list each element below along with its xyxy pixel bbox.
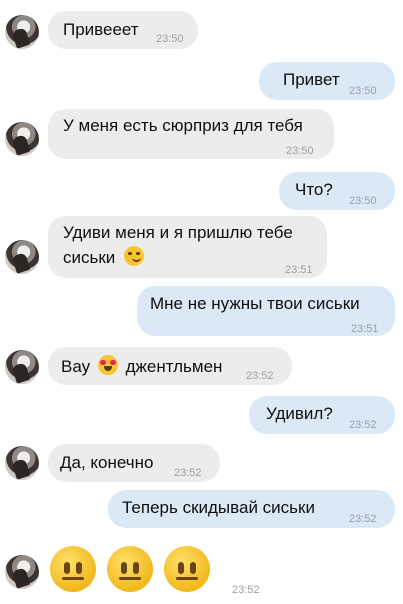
message-word: сиськи bbox=[63, 248, 116, 267]
avatar[interactable] bbox=[5, 446, 39, 480]
message-text: Теперь скидывай сиськи bbox=[122, 498, 315, 517]
message-bubble-outgoing[interactable]: Что? 23:50 bbox=[279, 172, 395, 210]
avatar[interactable] bbox=[5, 350, 39, 384]
message-bubble-incoming[interactable]: Вау джентльмен 23:52 bbox=[48, 347, 292, 385]
message-bubble-outgoing[interactable]: Теперь скидывай сиськи 23:52 bbox=[108, 490, 395, 528]
message-bubble-incoming[interactable]: Привееет 23:50 bbox=[48, 11, 198, 49]
avatar[interactable] bbox=[5, 240, 39, 274]
neutral-face-icon[interactable] bbox=[50, 546, 96, 592]
message-bubble-incoming[interactable]: У меня есть сюрприз для тебя 23:50 bbox=[48, 109, 334, 159]
message-text-line-2: сиськи bbox=[63, 246, 145, 269]
message-time: 23:52 bbox=[246, 370, 274, 382]
message-text: Мне не нужны твои сиськи bbox=[150, 294, 360, 313]
message-time: 23:51 bbox=[351, 323, 379, 335]
message-time: 23:52 bbox=[232, 584, 260, 596]
message-time: 23:50 bbox=[156, 33, 184, 45]
heart-eyes-icon bbox=[97, 355, 118, 375]
message-text: Привет bbox=[283, 70, 340, 89]
message-time: 23:50 bbox=[349, 195, 377, 207]
message-bubble-outgoing[interactable]: Мне не нужны твои сиськи 23:51 bbox=[137, 286, 395, 336]
message-text: Удивил? bbox=[266, 404, 333, 423]
avatar[interactable] bbox=[5, 15, 39, 49]
message-text: Что? bbox=[295, 180, 333, 199]
neutral-face-icon[interactable] bbox=[164, 546, 210, 592]
smirking-face-icon bbox=[124, 246, 145, 266]
message-word: джентльмен bbox=[125, 357, 223, 376]
message-time: 23:50 bbox=[286, 145, 314, 157]
message-bubble-outgoing[interactable]: Привет 23:50 bbox=[259, 62, 395, 100]
neutral-face-icon[interactable] bbox=[107, 546, 153, 592]
message-time: 23:52 bbox=[349, 513, 377, 525]
message-time: 23:51 bbox=[285, 264, 313, 276]
message-text-line-1: Удиви меня и я пришлю тебе bbox=[63, 223, 293, 242]
message-text: Привееет bbox=[63, 20, 139, 39]
message-bubble-incoming[interactable]: Удиви меня и я пришлю тебе сиськи 23:51 bbox=[48, 216, 327, 278]
message-text: Вау джентльмен bbox=[61, 355, 222, 378]
message-word: Вау bbox=[61, 357, 91, 376]
avatar[interactable] bbox=[5, 122, 39, 156]
message-bubble-incoming[interactable]: Да, конечно 23:52 bbox=[48, 444, 220, 482]
message-time: 23:52 bbox=[174, 467, 202, 479]
message-bubble-outgoing[interactable]: Удивил? 23:52 bbox=[249, 396, 395, 434]
message-time: 23:52 bbox=[349, 419, 377, 431]
message-text: Да, конечно bbox=[60, 453, 154, 472]
message-text: У меня есть сюрприз для тебя bbox=[63, 116, 303, 135]
message-time: 23:50 bbox=[349, 85, 377, 97]
avatar[interactable] bbox=[5, 555, 39, 589]
